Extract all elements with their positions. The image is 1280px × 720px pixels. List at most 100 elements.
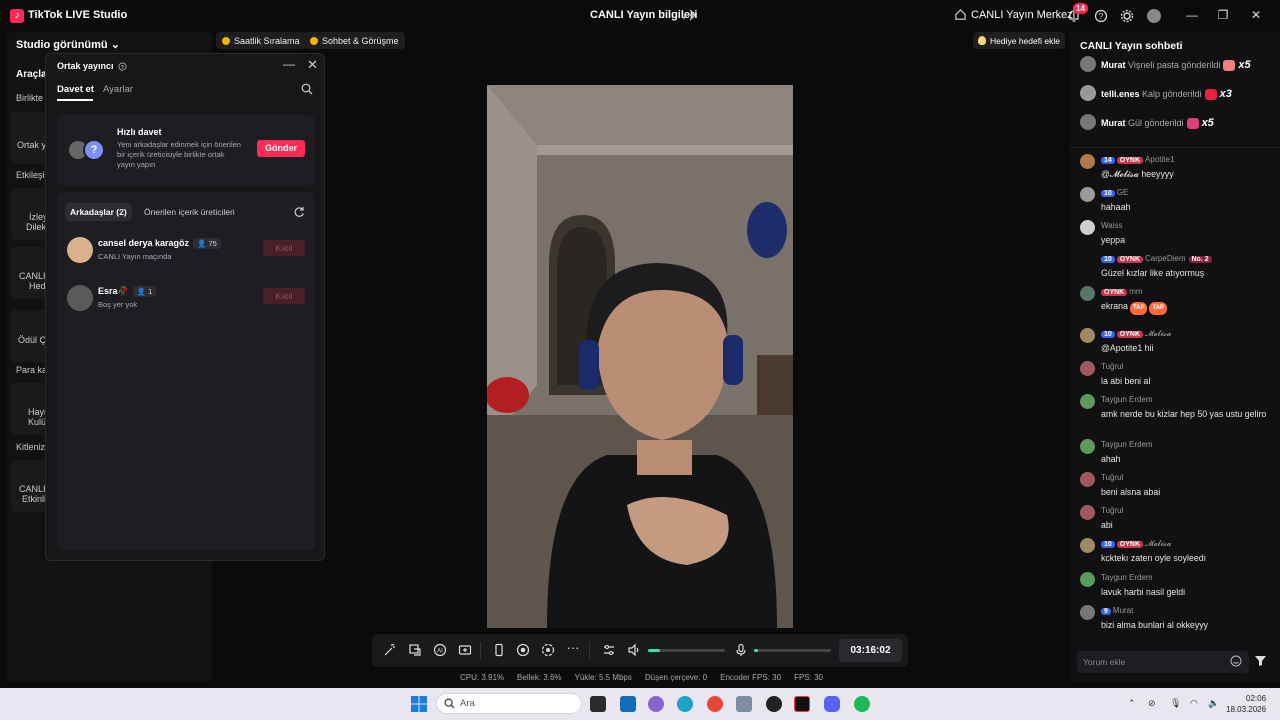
effects-icon[interactable]	[408, 643, 422, 657]
restore-icon[interactable]: ❐	[1216, 8, 1230, 22]
gift-row: Murat Gül gönderildi x5	[1080, 113, 1270, 131]
copilot-icon[interactable]	[648, 696, 664, 712]
spotify-icon[interactable]	[854, 696, 870, 712]
hourly-ranking-tag[interactable]: Saatlik Sıralama	[216, 32, 306, 49]
username[interactable]: Apotite1	[1145, 155, 1174, 164]
tap-sticker-icon: TAP	[1129, 302, 1148, 315]
avatar	[1080, 361, 1095, 376]
more-icon[interactable]: ···	[566, 641, 580, 657]
taskbar-search[interactable]: Ara	[436, 693, 582, 714]
volume-slider[interactable]	[648, 649, 725, 652]
tab-suggested[interactable]: Önerilen içerik üreticileri	[144, 207, 235, 217]
avatar	[1080, 253, 1095, 268]
username[interactable]: Taygun Erdem	[1101, 395, 1153, 404]
windows-start-icon[interactable]	[411, 696, 427, 712]
fan-badge: OYNK	[1116, 331, 1144, 338]
rose-icon	[1186, 118, 1199, 130]
join-button[interactable]: Katıl	[263, 288, 305, 304]
live-center-button[interactable]: CANLI Yayın Merkezi	[954, 8, 1075, 21]
volume-icon[interactable]	[627, 643, 641, 657]
message-text: @𝓜𝓮𝓵𝓲𝓼𝓪 heeyyyy	[1101, 169, 1271, 180]
studio-view-dropdown[interactable]: Studio görünümü ⌄	[16, 38, 120, 51]
username[interactable]: 𝓜𝓮𝓵𝓲𝓼𝓪	[1145, 539, 1171, 548]
username[interactable]: Murat	[1113, 606, 1133, 615]
message-meta: 10 OYNK 𝓜𝓮𝓵𝓲𝓼𝓪	[1101, 329, 1171, 339]
info-icon[interactable]: ?	[117, 61, 127, 71]
taskbar-clock[interactable]: 02:06 18.03.2026	[1226, 693, 1266, 715]
comment-input[interactable]: Yorum ekle	[1077, 651, 1249, 673]
share-icon[interactable]	[682, 8, 696, 22]
tiktok-live-studio-icon[interactable]	[794, 696, 810, 712]
filter-icon[interactable]	[1254, 654, 1267, 667]
app-icon[interactable]	[766, 696, 782, 712]
popup-close-icon[interactable]: ✕	[307, 57, 318, 73]
message-text: ekrana TAP TAP	[1101, 301, 1271, 315]
tile-canli-label1: CANLI	[19, 271, 46, 281]
live-timer: 03:16:02	[839, 639, 902, 662]
username[interactable]: Tuğrul	[1101, 362, 1123, 371]
chat-meet-tag[interactable]: Sohbet & Görüşme	[304, 32, 405, 49]
discord-icon[interactable]	[824, 696, 840, 712]
tray-chevron-icon[interactable]: ⌃	[1128, 698, 1136, 709]
level-badge: 10	[1101, 541, 1115, 548]
network-off-icon[interactable]: ⊘	[1148, 698, 1156, 709]
popup-minimize-icon[interactable]: —	[283, 57, 295, 71]
message-body: bizi alma bunlari al okkeyyy	[1101, 620, 1209, 630]
username[interactable]: Tuğrul	[1101, 506, 1123, 515]
username[interactable]: Taygun Erdem	[1101, 573, 1153, 582]
add-source-icon[interactable]	[458, 643, 472, 657]
username[interactable]: mm	[1129, 287, 1142, 296]
wifi-icon[interactable]: ◠	[1190, 698, 1198, 709]
username[interactable]: Waiss	[1101, 221, 1122, 230]
refresh-icon[interactable]	[293, 206, 305, 218]
message-meta: Waiss	[1101, 221, 1122, 230]
list-item[interactable]: cansel derya karagöz 👤 75 CANLI Yayın maç…	[67, 237, 307, 267]
chrome-icon[interactable]	[707, 696, 723, 712]
friend-name: cansel derya karagöz 👤 75	[98, 238, 221, 249]
gear-icon[interactable]	[1120, 9, 1134, 23]
help-icon[interactable]: ?	[1094, 9, 1108, 23]
gift-goal-button[interactable]: Hediye hedefi ekle	[973, 32, 1065, 49]
speaker-icon[interactable]: 🔈	[1208, 698, 1219, 709]
username[interactable]: CarpeDiem	[1145, 254, 1185, 263]
message-meta: OYNK mm	[1101, 287, 1143, 296]
svg-text:AI: AI	[437, 649, 443, 655]
notification-badge: 14	[1073, 3, 1088, 14]
tab-invite[interactable]: Davet et	[57, 84, 94, 95]
microphone-icon[interactable]	[734, 643, 748, 657]
close-icon[interactable]: ✕	[1249, 8, 1263, 22]
avatar	[1080, 472, 1095, 487]
join-button[interactable]: Katıl	[263, 240, 305, 256]
mic-slider[interactable]	[754, 649, 831, 652]
username[interactable]: Tuğrul	[1101, 473, 1123, 482]
phone-icon[interactable]	[492, 643, 506, 657]
settings-app-icon[interactable]	[736, 696, 752, 712]
message-text: yeppa	[1101, 235, 1271, 246]
outlook-icon[interactable]	[620, 696, 636, 712]
profile-avatar[interactable]	[1147, 9, 1161, 23]
avatar	[67, 237, 93, 263]
quick-invite-title: Hızlı davet	[117, 127, 162, 137]
send-button[interactable]: Gönder	[257, 140, 305, 157]
microphone-tray-icon[interactable]: 🎙	[1170, 698, 1181, 709]
list-item[interactable]: Esra🥀 👤 1 Boş yer yok Katıl	[67, 285, 307, 315]
tab-settings[interactable]: Ayarlar	[103, 84, 133, 95]
edge-icon[interactable]	[677, 696, 693, 712]
chevron-down-icon: ⌄	[110, 39, 120, 51]
emoji-icon[interactable]	[1230, 655, 1242, 667]
username[interactable]: Taygun Erdem	[1101, 440, 1153, 449]
ai-effects-icon[interactable]: AI	[433, 643, 447, 657]
file-explorer-icon[interactable]	[590, 696, 606, 712]
magic-wand-icon[interactable]	[383, 643, 397, 657]
minimize-icon[interactable]: —	[1185, 8, 1199, 22]
username[interactable]: GE	[1117, 188, 1129, 197]
message-body: la abi beni al	[1101, 376, 1151, 386]
tab-friends[interactable]: Arkadaşlar (2)	[65, 203, 132, 221]
friend-name: Esra🥀 👤 1	[98, 286, 157, 297]
gift-text: Gül gönderildi	[1128, 118, 1184, 128]
replay-icon[interactable]	[541, 643, 555, 657]
search-icon[interactable]	[301, 83, 313, 95]
record-icon[interactable]	[516, 643, 530, 657]
username[interactable]: 𝓜𝓮𝓵𝓲𝓼𝓪	[1145, 329, 1171, 338]
mixer-icon[interactable]	[602, 643, 616, 657]
